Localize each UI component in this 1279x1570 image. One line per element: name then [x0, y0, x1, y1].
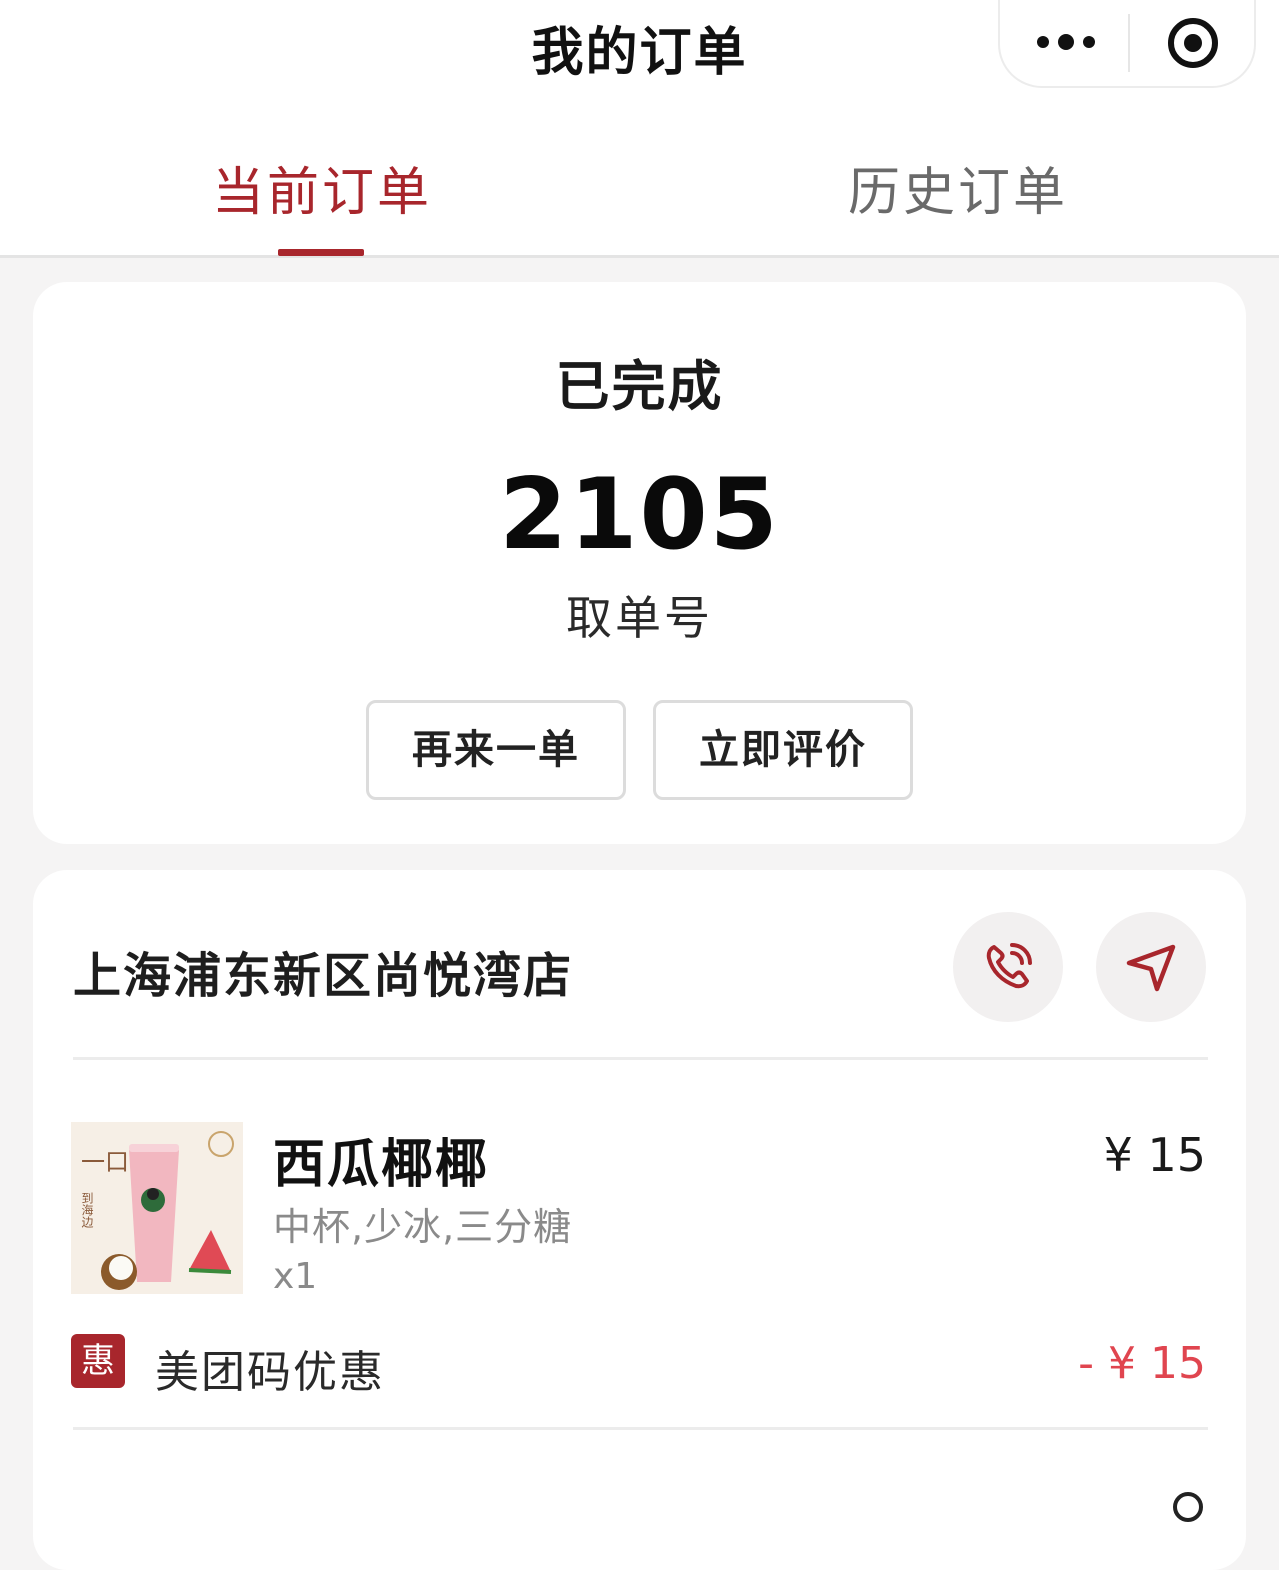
tab-history-orders[interactable]: 历史订单: [848, 150, 1068, 225]
review-button[interactable]: 立即评价: [653, 700, 913, 800]
pickup-number-label: 取单号: [566, 591, 713, 645]
active-tab-indicator: [278, 249, 364, 256]
svg-text:到海边: 到海边: [80, 1192, 94, 1229]
discount-label: 美团码优惠: [155, 1347, 385, 1398]
tab-current-orders[interactable]: 当前订单: [212, 150, 432, 225]
call-store-button[interactable]: [953, 912, 1063, 1022]
mini-program-capsule: [998, 0, 1256, 88]
navigation-arrow-icon: [1126, 944, 1176, 992]
section-divider: [73, 1427, 1208, 1430]
capsule-divider: [1128, 14, 1130, 72]
product-price: ¥ 15: [1103, 1128, 1206, 1182]
target-circle-icon[interactable]: [1166, 16, 1220, 70]
section-divider: [73, 1057, 1208, 1060]
product-quantity: x1: [273, 1256, 318, 1297]
watermelon-coconut-drink-image: 一口 到海边: [71, 1122, 243, 1294]
phone-call-icon: [986, 943, 1032, 989]
svg-text:一口: 一口: [81, 1148, 129, 1176]
reorder-button[interactable]: 再来一单: [366, 700, 626, 800]
store-name: 上海浦东新区尚悦湾店: [73, 948, 574, 1004]
product-image: 一口 到海边: [71, 1122, 243, 1294]
discount-amount: - ¥ 15: [1078, 1338, 1206, 1389]
navigate-store-button[interactable]: [1096, 912, 1206, 1022]
info-icon[interactable]: [1173, 1492, 1203, 1522]
order-detail-card: 上海浦东新区尚悦湾店 一口 到海边 西瓜椰椰 ¥ 15 中杯,少冰,三分糖 x1…: [33, 870, 1246, 1570]
order-tabs: 当前订单 历史订单: [0, 110, 1279, 258]
product-options: 中杯,少冰,三分糖: [273, 1205, 573, 1249]
product-name: 西瓜椰椰: [273, 1135, 490, 1195]
navigation-bar: 我的订单: [0, 0, 1279, 110]
order-status-card: 已完成 2105 取单号 再来一单 立即评价: [33, 282, 1246, 844]
order-status: 已完成: [555, 355, 724, 418]
more-dots-icon[interactable]: [1036, 34, 1096, 50]
discount-badge: 惠: [71, 1334, 125, 1388]
pickup-number: 2105: [499, 458, 780, 572]
